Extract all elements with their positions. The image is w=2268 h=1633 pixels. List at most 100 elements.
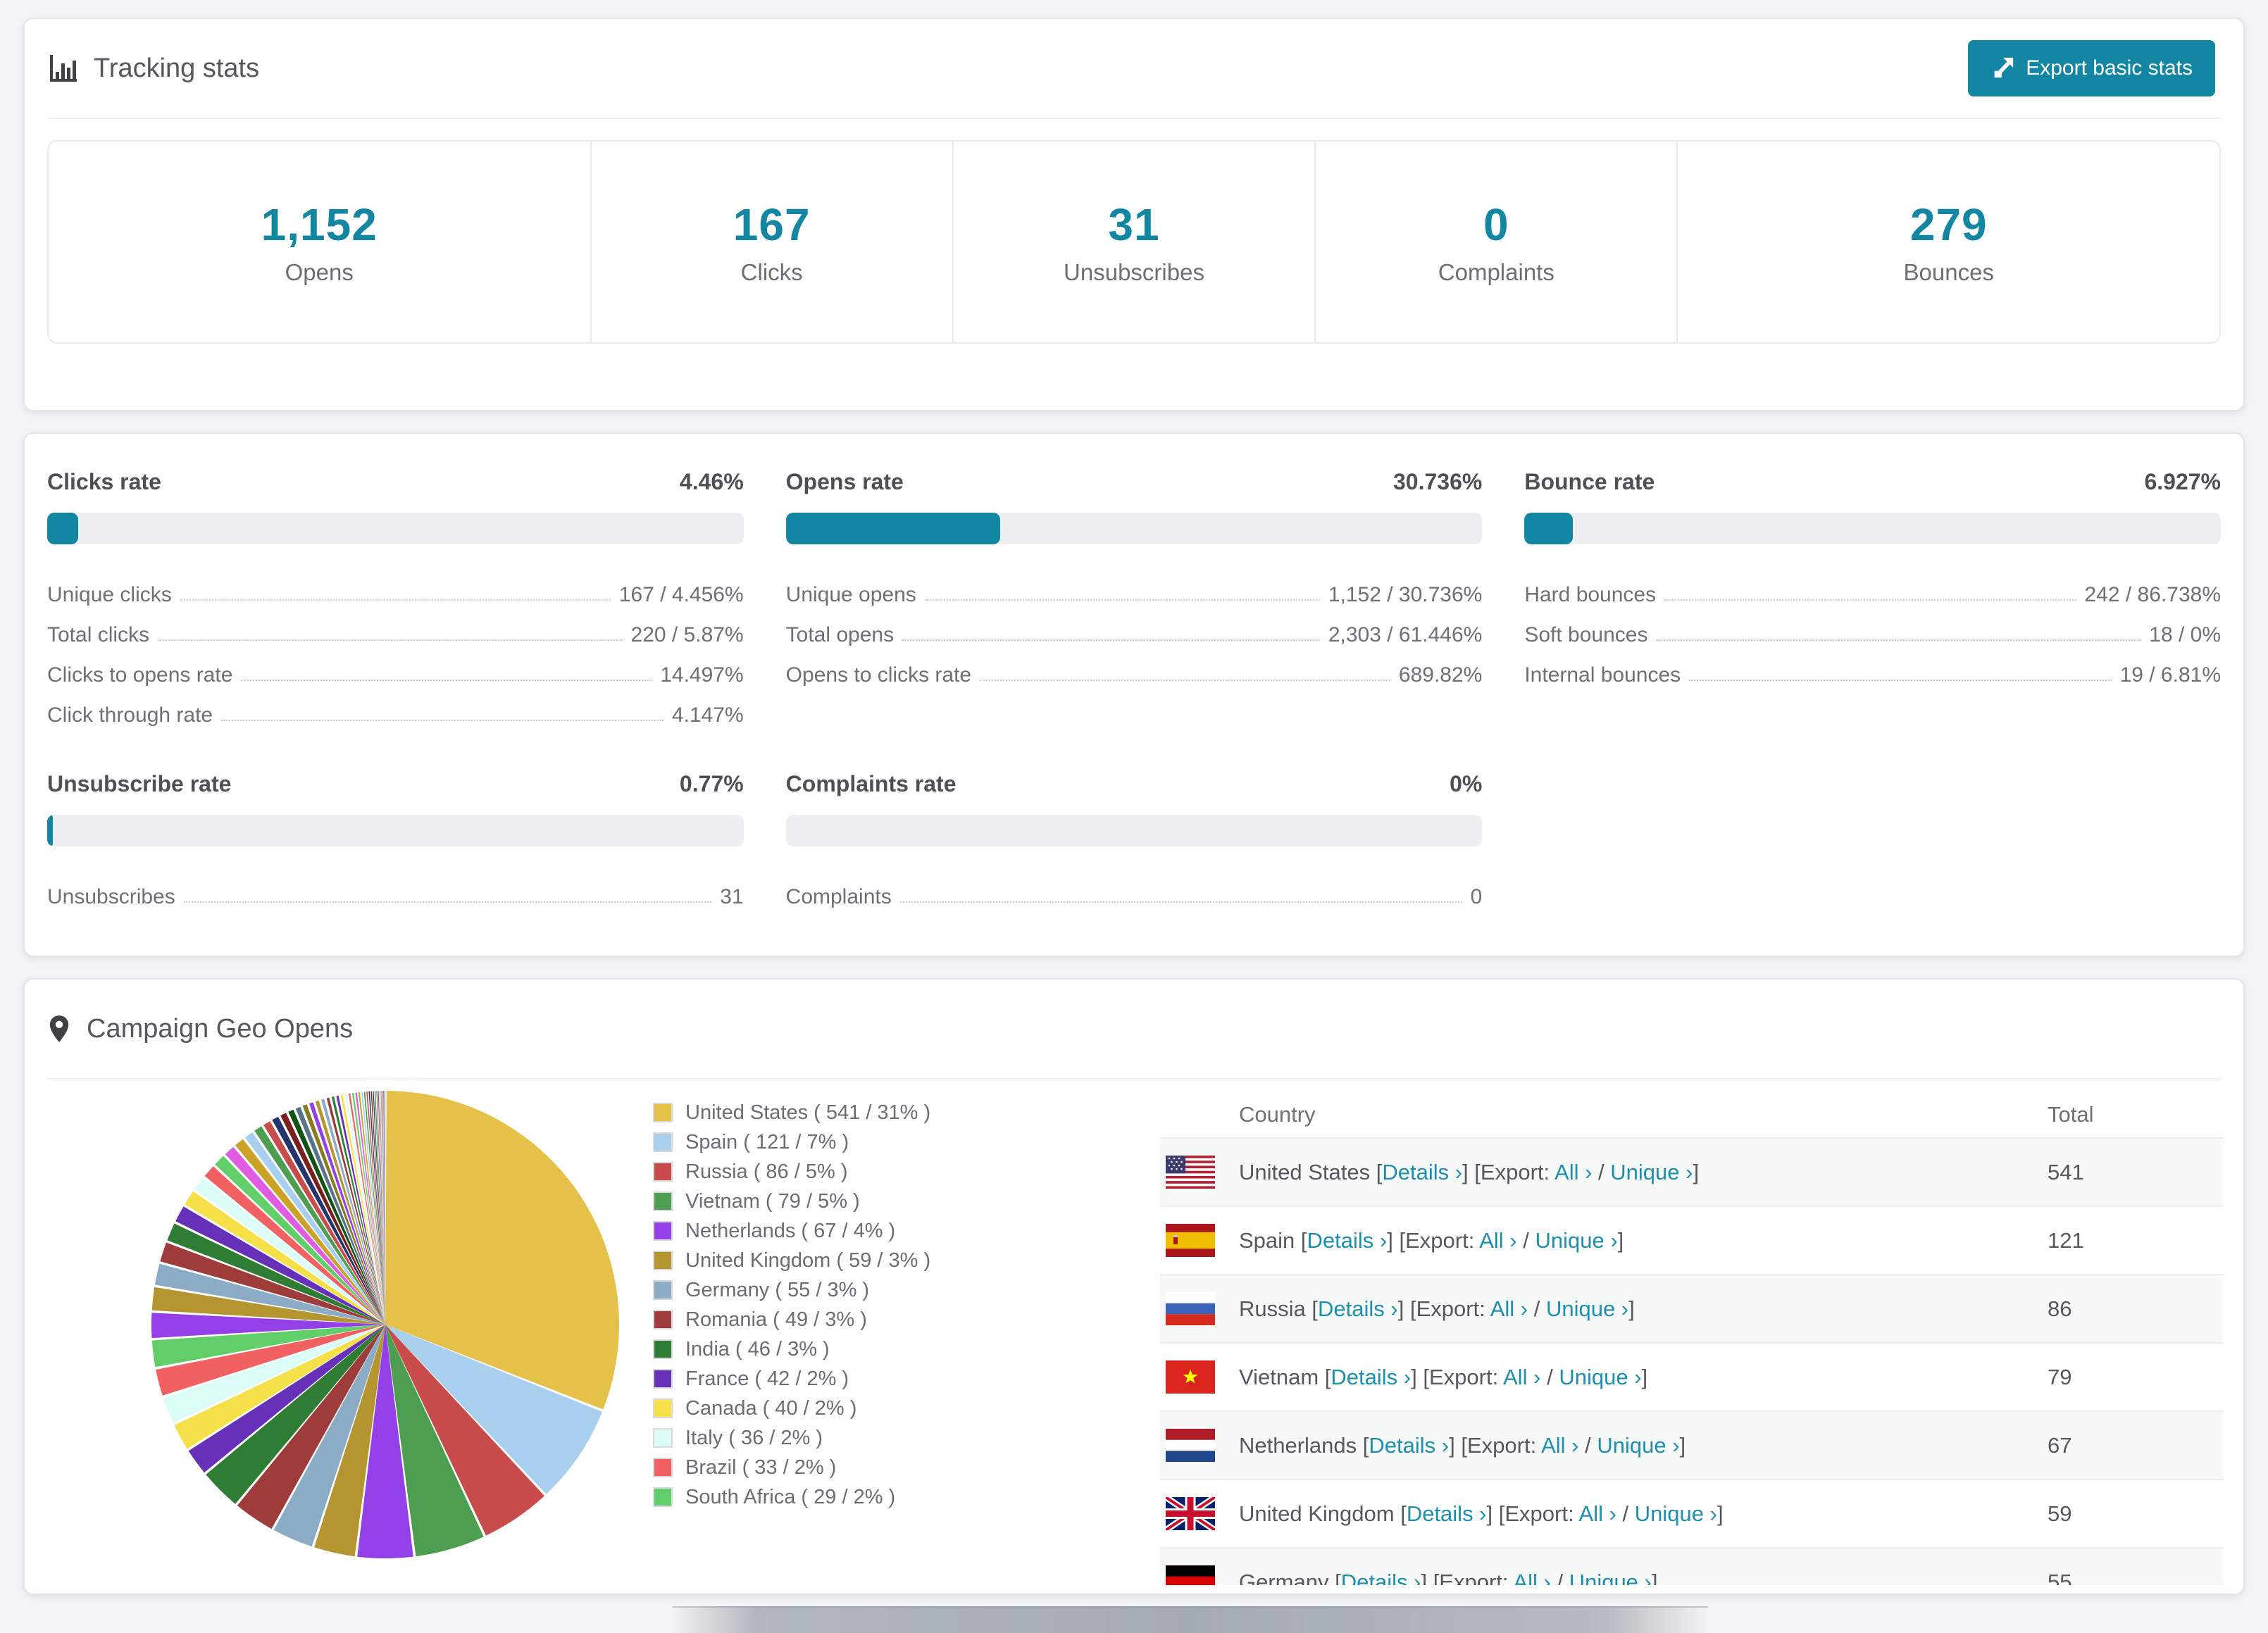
rate-progress-fill: [785, 513, 1000, 544]
stat-value: 1,152: [261, 199, 378, 250]
dotted-leader: [183, 901, 712, 903]
export-prefix: [Export:: [1474, 1159, 1550, 1184]
country-cell: United Kingdom [Details ›] [Export: All …: [1239, 1501, 1724, 1526]
export-unique-link[interactable]: Unique ›: [1635, 1501, 1717, 1526]
export-unique-link[interactable]: Unique ›: [1569, 1570, 1652, 1586]
rate-stat-label: Click through rate: [47, 703, 213, 727]
dotted-leader: [1664, 599, 2076, 601]
es-flag-icon: [1166, 1224, 1215, 1257]
rate-stat-row: Complaints 0: [786, 869, 1483, 909]
vn-flag-icon: [1166, 1360, 1215, 1394]
legend-label: Russia ( 86 / 5% ): [685, 1160, 848, 1183]
export-all-link[interactable]: All ›: [1554, 1160, 1592, 1184]
bracket: ]: [1651, 1569, 1658, 1586]
export-unique-link[interactable]: Unique ›: [1546, 1296, 1628, 1321]
total-column-header: Total: [2048, 1102, 2094, 1127]
legend-item: Romania ( 49 / 3% ): [653, 1305, 930, 1334]
rate-progress-bar: [785, 815, 1483, 846]
rate-progress-bar: [47, 815, 744, 846]
rate-stat-value: 2,303 / 61.446%: [1328, 623, 1483, 646]
export-unique-link[interactable]: Unique ›: [1559, 1365, 1641, 1389]
rate-progress-fill: [47, 513, 79, 544]
rate-stat-row: Opens to clicks rate 689.82%: [786, 647, 1483, 687]
bracket: ]: [1628, 1296, 1635, 1321]
export-unique-link[interactable]: Unique ›: [1597, 1433, 1679, 1458]
page-title-text: Tracking stats: [94, 53, 260, 83]
dotted-leader: [158, 639, 623, 641]
rate-stat-label: Clicks to opens rate: [47, 663, 233, 687]
rate-head: Complaints rate 0%: [786, 770, 1483, 798]
summary-stat-complaints: 0 Complaints: [1314, 142, 1676, 342]
export-all-link[interactable]: All ›: [1503, 1365, 1540, 1389]
bracket: [: [1400, 1501, 1407, 1526]
rate-value: 30.736%: [1393, 469, 1483, 494]
country-cell: Spain [Details ›] [Export: All › / Uniqu…: [1239, 1227, 1624, 1253]
rates-card: Clicks rate 4.46% Unique clicks 167 / 4.456…: [23, 432, 2245, 957]
legend-label: South Africa ( 29 / 2% ): [685, 1485, 896, 1508]
summary-stat-unsubscribes: 31 Unsubscribes: [952, 142, 1314, 342]
total-cell: 55: [2048, 1569, 2072, 1586]
country-cell: United States [Details ›] [Export: All ›…: [1239, 1159, 1700, 1184]
legend-item: India ( 46 / 3% ): [653, 1334, 930, 1364]
details-link[interactable]: Details ›: [1382, 1160, 1462, 1184]
export-unique-link[interactable]: Unique ›: [1610, 1160, 1693, 1184]
geo-table-row-gb: United Kingdom [Details ›] [Export: All …: [1160, 1479, 2224, 1547]
rate-value: 0.77%: [679, 771, 744, 796]
geo-table-row-us: United States [Details ›] [Export: All ›…: [1160, 1137, 2224, 1206]
legend-swatch: [653, 1191, 673, 1211]
bracket: ]: [1449, 1432, 1455, 1458]
rate-title: Opens rate: [785, 469, 904, 494]
details-link[interactable]: Details ›: [1318, 1296, 1398, 1321]
legend-label: Vietnam ( 79 / 5% ): [685, 1189, 860, 1213]
details-link[interactable]: Details ›: [1407, 1501, 1487, 1526]
export-basic-stats-button[interactable]: Export basic stats: [1968, 40, 2215, 96]
rate-title: Bounce rate: [1524, 469, 1655, 494]
rate-stat-label: Complaints: [785, 885, 892, 908]
geo-opens-pie-chart: [146, 1085, 625, 1564]
stat-value: 279: [1909, 199, 1988, 250]
export-unique-link[interactable]: Unique ›: [1535, 1228, 1617, 1253]
slash: /: [1533, 1296, 1540, 1321]
legend-label: France ( 42 / 2% ): [685, 1367, 849, 1390]
legend-swatch: [653, 1310, 673, 1329]
rate-block-unsubscribe-rate: Unsubscribe rate 0.77% Unsubscribes 31: [47, 770, 744, 909]
export-all-link[interactable]: All ›: [1541, 1433, 1578, 1458]
rate-head: Unsubscribe rate 0.77%: [47, 770, 744, 798]
rate-stat-label: Hard bounces: [1524, 583, 1657, 606]
legend-label: Romania ( 49 / 3% ): [685, 1308, 867, 1331]
rate-stat-value: 689.82%: [1398, 663, 1483, 687]
details-link[interactable]: Details ›: [1369, 1433, 1449, 1458]
details-link[interactable]: Details ›: [1331, 1365, 1411, 1389]
slash: /: [1557, 1569, 1564, 1586]
legend-label: United States ( 541 / 31% ): [685, 1101, 931, 1124]
rate-title: Complaints rate: [785, 771, 957, 796]
bracket: [: [1311, 1296, 1318, 1321]
stat-value: 167: [733, 199, 811, 250]
export-all-link[interactable]: All ›: [1579, 1501, 1616, 1526]
legend-item: Canada ( 40 / 2% ): [653, 1394, 930, 1423]
export-prefix: [Export:: [1433, 1569, 1509, 1586]
export-all-link[interactable]: All ›: [1479, 1228, 1516, 1253]
legend-item: United States ( 541 / 31% ): [653, 1098, 930, 1127]
details-link[interactable]: Details ›: [1341, 1570, 1421, 1586]
dotted-leader: [980, 680, 1390, 681]
dotted-leader: [221, 720, 663, 721]
country-cell: Netherlands [Details ›] [Export: All › /…: [1239, 1432, 1686, 1458]
bracket: ]: [1486, 1501, 1493, 1526]
rate-stat-value: 1,152 / 30.736%: [1328, 583, 1483, 606]
legend-swatch: [653, 1280, 673, 1300]
rate-stat-label: Internal bounces: [1524, 663, 1681, 687]
legend-item: Netherlands ( 67 / 4% ): [653, 1216, 930, 1246]
bracket: ]: [1411, 1364, 1417, 1389]
details-link[interactable]: Details ›: [1307, 1228, 1388, 1253]
dotted-leader: [924, 599, 1320, 601]
legend-item: Vietnam ( 79 / 5% ): [653, 1187, 930, 1216]
stat-value: 31: [1108, 199, 1160, 250]
geo-table-header-row: Country Total: [1160, 1092, 2224, 1137]
export-prefix: [Export:: [1461, 1432, 1537, 1458]
export-all-link[interactable]: All ›: [1513, 1570, 1550, 1586]
export-all-link[interactable]: All ›: [1490, 1296, 1528, 1321]
geo-opens-header: Campaign Geo Opens: [47, 980, 2221, 1080]
legend-swatch: [653, 1428, 673, 1448]
stat-value: 0: [1483, 199, 1509, 250]
